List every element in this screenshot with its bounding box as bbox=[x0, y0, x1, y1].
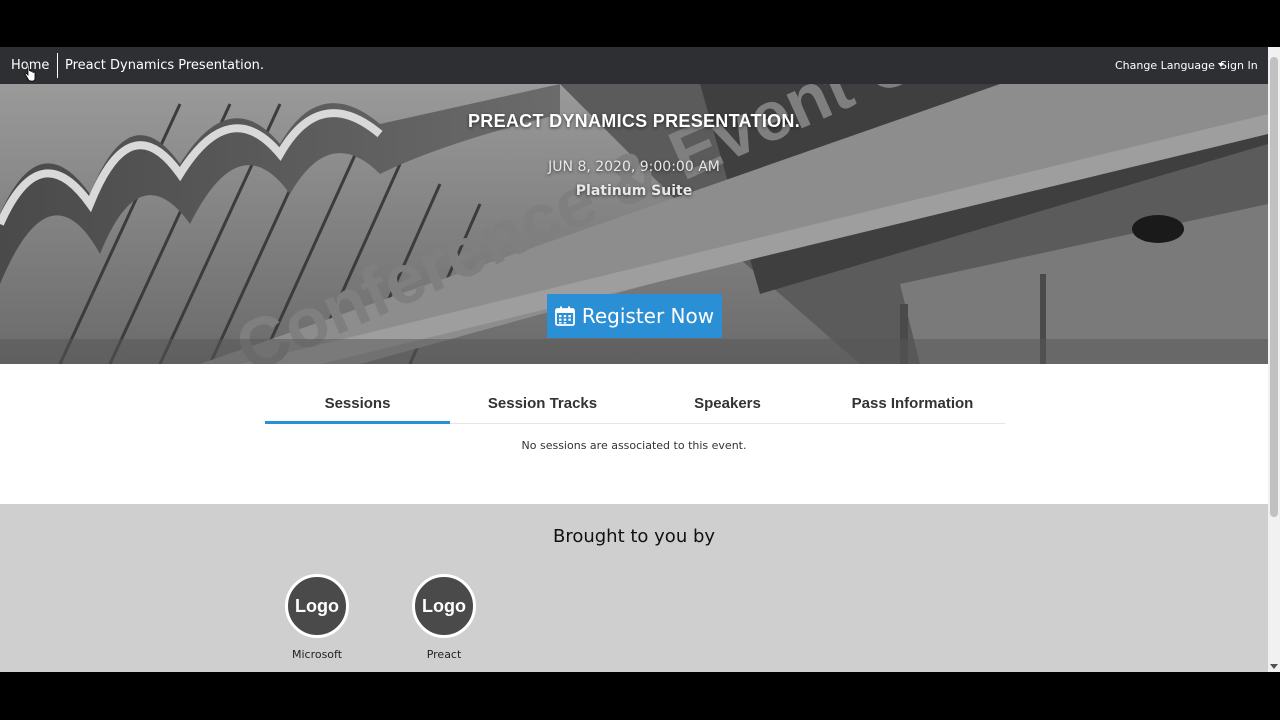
sponsor-microsoft[interactable]: Logo Microsoft bbox=[267, 574, 367, 661]
sponsors-title: Brought to you by bbox=[552, 526, 716, 547]
tab-sessions[interactable]: Sessions bbox=[265, 383, 450, 424]
event-title: PREACT DYNAMICS PRESENTATION. bbox=[467, 111, 801, 131]
scroll-down-arrow-icon[interactable] bbox=[1270, 664, 1278, 669]
sponsor-name: Microsoft bbox=[291, 648, 343, 661]
sponsor-logo: Logo bbox=[285, 574, 349, 638]
register-now-label: Register Now bbox=[581, 304, 715, 328]
sign-in-link[interactable]: Sign In bbox=[1220, 59, 1258, 72]
vertical-scrollbar[interactable] bbox=[1268, 47, 1280, 672]
change-language-label: Change Language bbox=[1115, 59, 1215, 72]
sponsor-logo: Logo bbox=[412, 574, 476, 638]
change-language-dropdown[interactable]: Change Language bbox=[1115, 59, 1224, 72]
sponsor-name: Preact bbox=[426, 648, 462, 661]
nav-event-name: Preact Dynamics Presentation. bbox=[65, 58, 265, 73]
calendar-icon bbox=[554, 306, 575, 326]
hero-banner: Conference & Event Centre PREACT DYNAMIC… bbox=[0, 84, 1268, 364]
nav-home-link[interactable]: Home bbox=[11, 58, 49, 73]
tab-speakers[interactable]: Speakers bbox=[635, 383, 820, 423]
scrollbar-thumb[interactable] bbox=[1270, 57, 1278, 517]
top-navbar: Home Preact Dynamics Presentation. Chang… bbox=[0, 47, 1268, 84]
event-venue: Platinum Suite bbox=[575, 183, 693, 199]
nav-divider bbox=[57, 53, 58, 78]
sponsor-preact[interactable]: Logo Preact bbox=[394, 574, 494, 661]
tab-pass-information[interactable]: Pass Information bbox=[820, 383, 1005, 423]
event-date: JUN 8, 2020, 9:00:00 AM bbox=[548, 159, 720, 175]
event-tabs: Sessions Session Tracks Speakers Pass In… bbox=[265, 383, 1005, 424]
register-now-button[interactable]: Register Now bbox=[547, 294, 722, 338]
browser-viewport: Home Preact Dynamics Presentation. Chang… bbox=[0, 47, 1268, 672]
sessions-empty-message: No sessions are associated to this event… bbox=[521, 439, 747, 452]
tab-session-tracks[interactable]: Session Tracks bbox=[450, 383, 635, 423]
sponsors-section: Brought to you by Logo Microsoft Logo Pr… bbox=[0, 504, 1268, 672]
